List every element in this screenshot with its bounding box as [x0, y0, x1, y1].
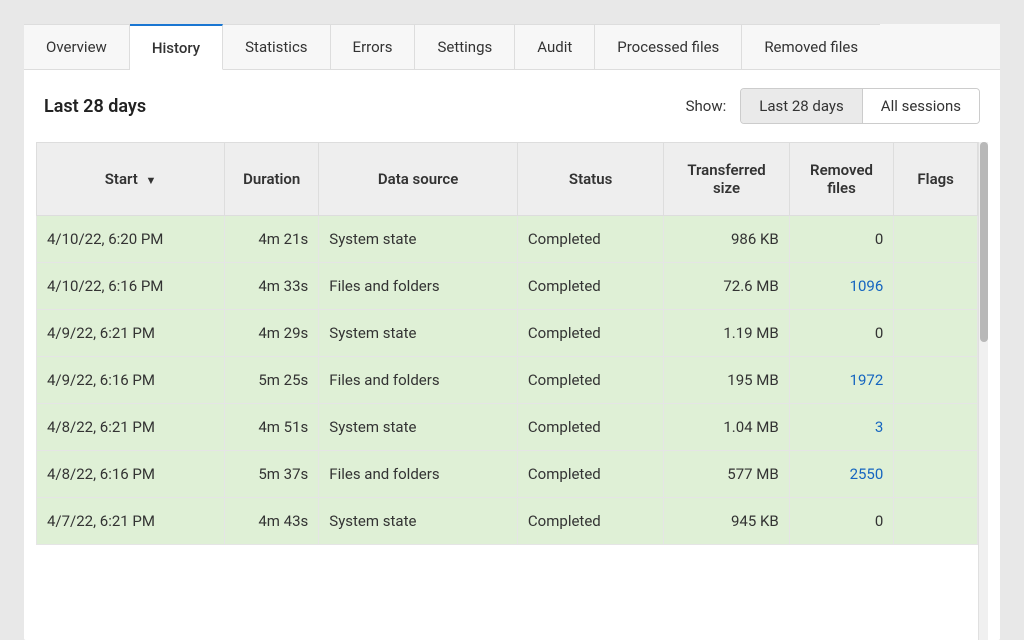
- cell-flags: [894, 310, 978, 357]
- tab-statistics[interactable]: Statistics: [223, 24, 330, 69]
- scrollbar-thumb[interactable]: [980, 142, 988, 342]
- cell-duration: 4m 51s: [225, 404, 319, 451]
- cell-size: 986 KB: [664, 216, 789, 263]
- cell-status: Completed: [517, 404, 663, 451]
- filter-option-all-sessions[interactable]: All sessions: [862, 89, 979, 123]
- scrollbar-track[interactable]: [978, 142, 988, 640]
- cell-size: 577 MB: [664, 451, 789, 498]
- filter-segmented: Last 28 daysAll sessions: [740, 88, 980, 124]
- table-row[interactable]: 4/10/22, 6:16 PM4m 33sFiles and foldersC…: [37, 263, 978, 310]
- cell-flags: [894, 451, 978, 498]
- sort-desc-icon: ▼: [146, 174, 157, 187]
- col-header-start[interactable]: Start ▼: [37, 143, 225, 216]
- cell-start: 4/7/22, 6:21 PM: [37, 498, 225, 545]
- cell-size: 1.04 MB: [664, 404, 789, 451]
- table-row[interactable]: 4/10/22, 6:20 PM4m 21sSystem stateComple…: [37, 216, 978, 263]
- cell-removed-link[interactable]: 1972: [850, 371, 884, 389]
- cell-duration: 4m 29s: [225, 310, 319, 357]
- cell-removed: 0: [789, 498, 894, 545]
- history-panel: OverviewHistoryStatisticsErrorsSettingsA…: [24, 24, 1000, 640]
- cell-flags: [894, 404, 978, 451]
- table-row[interactable]: 4/8/22, 6:16 PM5m 37sFiles and foldersCo…: [37, 451, 978, 498]
- cell-duration: 4m 21s: [225, 216, 319, 263]
- cell-flags: [894, 216, 978, 263]
- cell-source: Files and folders: [319, 357, 518, 404]
- cell-flags: [894, 498, 978, 545]
- col-header-duration[interactable]: Duration: [225, 143, 319, 216]
- cell-removed-link[interactable]: 3: [875, 418, 883, 436]
- toolbar: Last 28 days Show: Last 28 daysAll sessi…: [24, 70, 1000, 142]
- cell-duration: 4m 33s: [225, 263, 319, 310]
- cell-removed-link[interactable]: 2550: [850, 465, 884, 483]
- cell-removed[interactable]: 1096: [789, 263, 894, 310]
- table-row[interactable]: 4/7/22, 6:21 PM4m 43sSystem stateComplet…: [37, 498, 978, 545]
- cell-start: 4/10/22, 6:16 PM: [37, 263, 225, 310]
- header-row: Start ▼ Duration Data source Status Tran…: [37, 143, 978, 216]
- cell-removed[interactable]: 3: [789, 404, 894, 451]
- col-header-source[interactable]: Data source: [319, 143, 518, 216]
- cell-start: 4/8/22, 6:16 PM: [37, 451, 225, 498]
- cell-status: Completed: [517, 263, 663, 310]
- col-header-flags[interactable]: Flags: [894, 143, 978, 216]
- table-row[interactable]: 4/9/22, 6:16 PM5m 25sFiles and foldersCo…: [37, 357, 978, 404]
- cell-start: 4/9/22, 6:21 PM: [37, 310, 225, 357]
- cell-source: System state: [319, 404, 518, 451]
- cell-size: 195 MB: [664, 357, 789, 404]
- tab-overview[interactable]: Overview: [24, 24, 130, 69]
- filter-option-last-28-days[interactable]: Last 28 days: [741, 89, 862, 123]
- tab-audit[interactable]: Audit: [515, 24, 595, 69]
- cell-removed[interactable]: 1972: [789, 357, 894, 404]
- filter-group: Show: Last 28 daysAll sessions: [686, 88, 980, 124]
- cell-flags: [894, 263, 978, 310]
- table-row[interactable]: 4/8/22, 6:21 PM4m 51sSystem stateComplet…: [37, 404, 978, 451]
- cell-size: 1.19 MB: [664, 310, 789, 357]
- filter-label: Show:: [686, 97, 727, 115]
- cell-duration: 5m 25s: [225, 357, 319, 404]
- tab-history[interactable]: History: [130, 24, 223, 70]
- col-header-removed[interactable]: Removed files: [789, 143, 894, 216]
- cell-start: 4/9/22, 6:16 PM: [37, 357, 225, 404]
- cell-status: Completed: [517, 310, 663, 357]
- cell-source: System state: [319, 498, 518, 545]
- cell-duration: 4m 43s: [225, 498, 319, 545]
- cell-removed-link[interactable]: 1096: [850, 277, 884, 295]
- cell-flags: [894, 357, 978, 404]
- table-row[interactable]: 4/9/22, 6:21 PM4m 29sSystem stateComplet…: [37, 310, 978, 357]
- col-header-start-label: Start: [105, 170, 138, 188]
- cell-source: System state: [319, 310, 518, 357]
- cell-source: System state: [319, 216, 518, 263]
- tab-processed-files[interactable]: Processed files: [595, 24, 742, 69]
- tab-errors[interactable]: Errors: [331, 24, 416, 69]
- col-header-status[interactable]: Status: [517, 143, 663, 216]
- col-header-size[interactable]: Transferred size: [664, 143, 789, 216]
- cell-size: 945 KB: [664, 498, 789, 545]
- cell-status: Completed: [517, 498, 663, 545]
- tab-bar: OverviewHistoryStatisticsErrorsSettingsA…: [24, 24, 1000, 70]
- cell-source: Files and folders: [319, 263, 518, 310]
- cell-status: Completed: [517, 451, 663, 498]
- tab-removed-files[interactable]: Removed files: [742, 24, 880, 69]
- cell-source: Files and folders: [319, 451, 518, 498]
- tab-settings[interactable]: Settings: [415, 24, 515, 69]
- cell-start: 4/10/22, 6:20 PM: [37, 216, 225, 263]
- cell-removed: 0: [789, 310, 894, 357]
- cell-removed[interactable]: 2550: [789, 451, 894, 498]
- cell-size: 72.6 MB: [664, 263, 789, 310]
- cell-start: 4/8/22, 6:21 PM: [37, 404, 225, 451]
- section-title: Last 28 days: [44, 96, 146, 117]
- cell-duration: 5m 37s: [225, 451, 319, 498]
- cell-status: Completed: [517, 357, 663, 404]
- cell-status: Completed: [517, 216, 663, 263]
- table-container: Start ▼ Duration Data source Status Tran…: [36, 142, 988, 640]
- history-table: Start ▼ Duration Data source Status Tran…: [36, 142, 978, 545]
- cell-removed: 0: [789, 216, 894, 263]
